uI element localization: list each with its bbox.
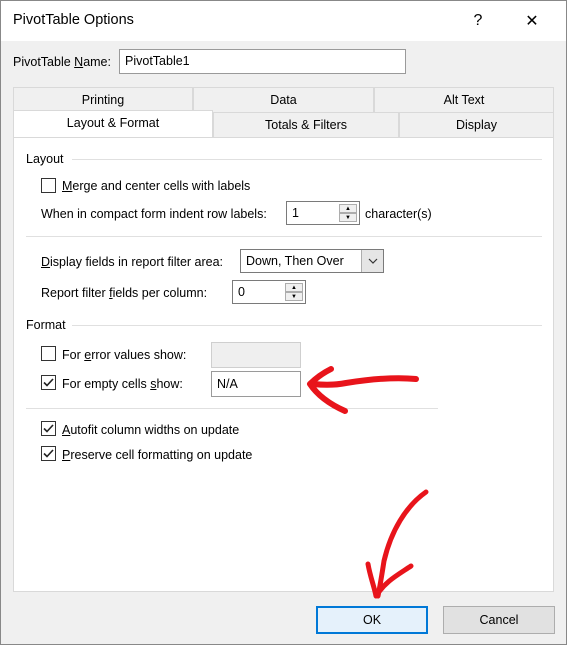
close-icon: ✕ [525, 13, 539, 30]
error-values-label: For error values show: [62, 348, 187, 362]
empty-cells-label: For empty cells show: [62, 377, 183, 391]
format-section-divider [72, 325, 542, 326]
filter-fields-spinner[interactable]: 0 ▲ ▼ [232, 280, 306, 304]
preserve-formatting-label: Preserve cell formatting on update [62, 448, 253, 462]
window-title: PivotTable Options [13, 12, 134, 28]
indent-spinner[interactable]: 1 ▲ ▼ [286, 201, 360, 225]
format-divider [26, 408, 438, 409]
pivottable-options-dialog: PivotTable Options ? ✕ PivotTable Name: … [0, 0, 567, 645]
checkmark-icon [43, 449, 54, 458]
spin-down-icon[interactable]: ▼ [339, 213, 357, 222]
help-button[interactable]: ? [463, 7, 493, 35]
layout-section-divider [72, 159, 542, 160]
display-fields-select[interactable]: Down, Then Over [240, 249, 384, 273]
autofit-label: Autofit column widths on update [62, 423, 240, 437]
pivottable-name-label: PivotTable Name: [13, 55, 111, 69]
checkmark-icon [43, 424, 54, 433]
merge-cells-checkbox[interactable] [41, 178, 56, 193]
merge-cells-label: Merge and center cells with labels [62, 179, 251, 193]
indent-value: 1 [292, 206, 299, 220]
layout-section-title: Layout [26, 152, 64, 166]
format-section-title: Format [26, 318, 66, 332]
help-icon: ? [473, 12, 483, 29]
display-fields-value: Down, Then Over [246, 254, 344, 268]
empty-cells-checkbox[interactable] [41, 375, 56, 390]
tab-display[interactable]: Display [399, 112, 554, 137]
tab-printing[interactable]: Printing [13, 87, 193, 112]
spin-up-icon[interactable]: ▲ [339, 204, 357, 213]
tab-panel-layout-format: Layout Merge and center cells with label… [13, 137, 554, 592]
indent-label: When in compact form indent row labels: [41, 207, 267, 221]
spin-down-icon[interactable]: ▼ [285, 292, 303, 301]
filter-fields-label: Report filter fields per column: [41, 286, 208, 300]
checkmark-icon [43, 378, 54, 387]
error-values-checkbox[interactable] [41, 346, 56, 361]
empty-cells-input[interactable]: N/A [211, 371, 301, 397]
spin-up-icon[interactable]: ▲ [285, 283, 303, 292]
autofit-checkbox[interactable] [41, 421, 56, 436]
ok-button[interactable]: OK [316, 606, 428, 634]
preserve-formatting-checkbox[interactable] [41, 446, 56, 461]
tab-totals-filters[interactable]: Totals & Filters [213, 112, 399, 137]
filter-fields-value: 0 [238, 285, 245, 299]
tab-data[interactable]: Data [193, 87, 374, 112]
cancel-button[interactable]: Cancel [443, 606, 555, 634]
close-button[interactable]: ✕ [517, 7, 547, 35]
display-fields-label: Display fields in report filter area: [41, 255, 224, 269]
indent-unit-label: character(s) [365, 207, 432, 221]
error-values-input[interactable] [211, 342, 301, 368]
chevron-down-icon[interactable] [361, 250, 383, 272]
pivottable-name-input[interactable]: PivotTable1 [119, 49, 406, 74]
title-bar: PivotTable Options ? ✕ [1, 1, 566, 41]
layout-divider [26, 236, 542, 237]
tab-layout-format[interactable]: Layout & Format [13, 110, 213, 137]
tab-alt-text[interactable]: Alt Text [374, 87, 554, 112]
